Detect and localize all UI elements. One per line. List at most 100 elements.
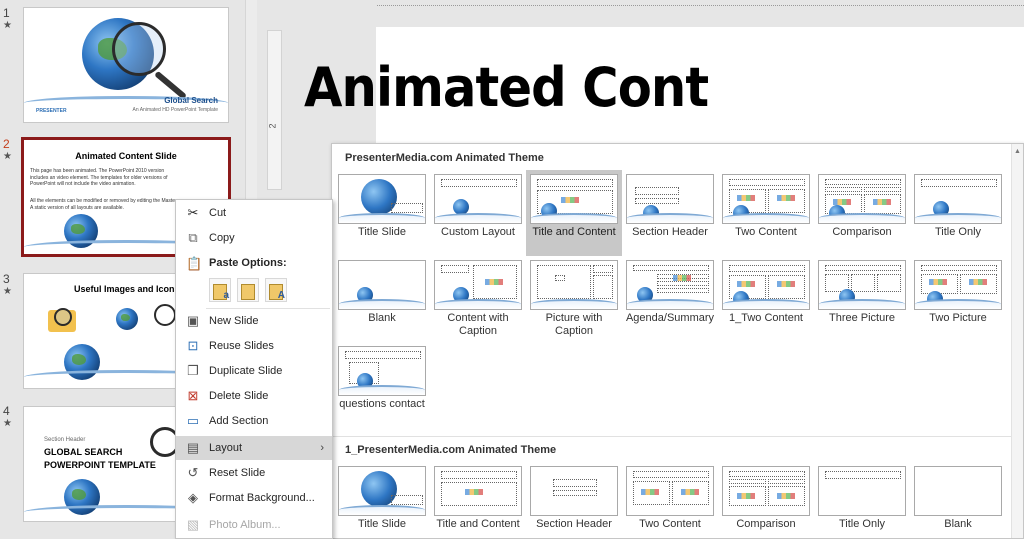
layout-custom-layout[interactable]: Custom Layout (430, 170, 526, 256)
menu-item-new-slide[interactable]: ▣ New Slide (176, 309, 332, 333)
swoosh-graphic (915, 299, 1001, 309)
horizontal-ruler (377, 0, 1024, 6)
layout-2-title-only[interactable]: Title Only (814, 462, 910, 539)
swoosh-graphic (819, 299, 905, 309)
menu-item-label: Reuse Slides (209, 340, 274, 352)
gallery-section-header: PresenterMedia.com Animated Theme (345, 152, 544, 164)
layout-2-comparison[interactable]: Comparison (718, 462, 814, 539)
placeholder (864, 187, 901, 192)
thumb-title: Animated Content Slide (75, 151, 177, 161)
slide-thumbnail-1[interactable]: Global Search An Animated HD PowerPoint … (23, 7, 229, 123)
reuse-slides-icon: ⊡ (187, 338, 199, 353)
content-icons (777, 493, 795, 499)
layout-label: Two Content (735, 226, 797, 238)
menu-item-cut[interactable]: ✂ Cut (176, 201, 332, 225)
content-icons (681, 489, 699, 495)
content-icons (873, 199, 891, 205)
placeholder (729, 265, 805, 272)
layout-preview (818, 260, 906, 310)
layout-content-with-caption[interactable]: Content with Caption (430, 256, 526, 342)
menu-item-label: Photo Album... (209, 519, 281, 531)
layout-1-two-content[interactable]: 1_Two Content (718, 256, 814, 342)
menu-item-label: Cut (209, 207, 227, 219)
menu-item-reuse-slides[interactable]: ⊡ Reuse Slides (176, 334, 332, 358)
menu-item-label: Delete Slide (209, 390, 269, 402)
menu-item-add-section[interactable]: ▭ Add Section (176, 409, 332, 433)
placeholder (921, 265, 997, 271)
vertical-ruler: 2 (267, 30, 282, 190)
layout-icon: ▤ (186, 440, 200, 455)
layout-three-picture[interactable]: Three Picture (814, 256, 910, 342)
menu-item-delete-slide[interactable]: ⊠ Delete Slide (176, 384, 332, 408)
layout-comparison[interactable]: Comparison (814, 170, 910, 256)
layout-picture-with-caption[interactable]: Picture with Caption (526, 256, 622, 342)
layout-2-section-header[interactable]: Section Header (526, 462, 622, 539)
layout-label: Content with Caption (447, 312, 509, 337)
globe-image (116, 308, 138, 330)
delete-slide-icon: ⊠ (187, 388, 199, 403)
layout-title-only[interactable]: Title Only (910, 170, 1006, 256)
swoosh-graphic (723, 299, 809, 309)
layout-2-two-content[interactable]: Two Content (622, 462, 718, 539)
menu-item-layout[interactable]: ▤ Layout › (176, 436, 332, 460)
layout-label: Title Slide (358, 518, 406, 530)
menu-item-format-background[interactable]: ◈ Format Background... (176, 486, 332, 510)
layout-blank[interactable]: Blank (334, 256, 430, 342)
layout-preview (434, 174, 522, 224)
menu-item-photo-album: ▧ Photo Album... (176, 513, 332, 537)
layout-2-title-and-content[interactable]: Title and Content (430, 462, 526, 539)
gallery-section-header: 1_PresenterMedia.com Animated Theme (345, 444, 557, 456)
swoosh-graphic (819, 213, 905, 223)
layout-preview (338, 260, 426, 310)
menu-item-duplicate-slide[interactable]: ❐ Duplicate Slide (176, 359, 332, 383)
scroll-up-arrow-icon[interactable]: ▲ (1014, 148, 1021, 155)
layout-label: Two Content (639, 518, 701, 530)
layout-2-blank[interactable]: Blank (910, 462, 1006, 539)
layout-title-slide[interactable]: Title Slide (334, 170, 430, 256)
paste-keep-source-formatting-button[interactable] (237, 278, 259, 302)
layout-preview (722, 466, 810, 516)
placeholder (441, 265, 469, 273)
placeholder (729, 479, 766, 484)
layout-label: Agenda/Summary (625, 312, 715, 324)
animation-star-icon: ★ (3, 151, 12, 162)
paste-keep-text-only-button[interactable]: A (265, 278, 287, 302)
add-section-icon: ▭ (186, 413, 200, 428)
slide-title[interactable]: Animated Cont (304, 56, 709, 119)
layout-questions-contact[interactable]: questions contact (334, 342, 430, 428)
placeholder (593, 275, 613, 299)
placeholder (825, 471, 901, 479)
placeholder (729, 179, 805, 186)
layout-preview (434, 260, 522, 310)
layout-preview (914, 174, 1002, 224)
layout-two-picture[interactable]: Two Picture (910, 256, 1006, 342)
menu-item-label: Layout (209, 442, 243, 454)
animation-star-icon: ★ (3, 418, 12, 429)
placeholder (553, 479, 597, 487)
clipboard-icon: 📋 (186, 256, 203, 271)
menu-item-reset-slide[interactable]: ↺ Reset Slide (176, 461, 332, 485)
paste-options-row: a A (209, 278, 287, 302)
gallery-scrollbar[interactable]: ▲ (1011, 144, 1023, 538)
menu-item-copy[interactable]: ⧉ Copy (176, 226, 332, 250)
thumb-title: Useful Images and Icons (74, 284, 180, 294)
paste-use-destination-theme-button[interactable]: a (209, 278, 231, 302)
menu-item-label: Duplicate Slide (209, 365, 283, 377)
layout-section-header[interactable]: Section Header (622, 170, 718, 256)
content-icons (969, 279, 987, 285)
layout-preview (338, 466, 426, 516)
layout-agenda-summary[interactable]: Agenda/Summary (622, 256, 718, 342)
layout-two-content[interactable]: Two Content (718, 170, 814, 256)
layout-label: Section Header (536, 518, 612, 530)
content-icons (485, 279, 503, 285)
paste-options-label: Paste Options: (209, 257, 287, 269)
content-icons (737, 493, 755, 499)
layout-title-and-content[interactable]: Title and Content (526, 170, 622, 256)
layout-2-title-slide[interactable]: Title Slide (334, 462, 430, 539)
placeholder (635, 187, 679, 195)
thumb-section-label: Section Header (44, 437, 86, 443)
placeholder (633, 471, 709, 478)
placeholder (537, 179, 613, 187)
placeholder (635, 198, 679, 204)
content-icons (737, 195, 755, 201)
